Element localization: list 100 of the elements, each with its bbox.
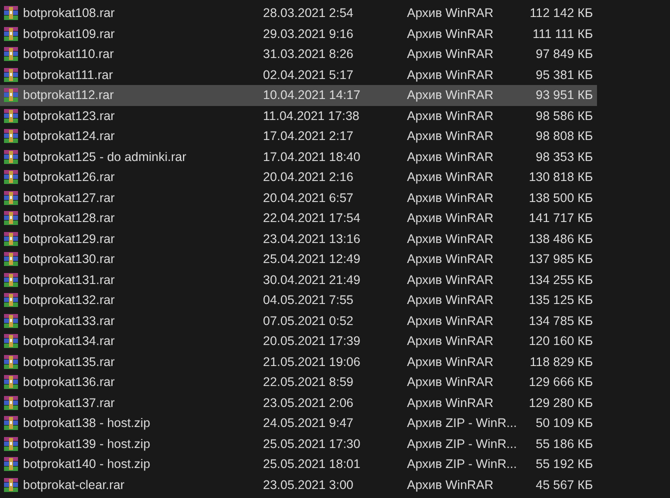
file-row[interactable]: botprokat133.rar 07.05.2021 0:52 Архив WinRAR 134 785 КБ [0, 310, 597, 331]
date-modified: 21.05.2021 19:06 [263, 354, 362, 369]
archive-icon [3, 46, 19, 62]
archive-icon [3, 5, 19, 22]
file-size: 112 142 КБ [528, 6, 593, 20]
file-type: Архив WinRAR [407, 252, 494, 266]
file-row[interactable]: botprokat112.rar 10.04.2021 14:17 Архив WinRAR 93 951 КБ [0, 85, 597, 106]
file-size: 98 353 КБ [534, 150, 593, 164]
file-name: botprokat131.rar [23, 272, 116, 287]
file-name: botprokat109.rar [23, 26, 116, 41]
file-row[interactable]: botprokat126.rar 20.04.2021 2:16 Архив WinRAR 130 818 КБ [0, 167, 597, 188]
archive-icon [3, 354, 19, 370]
archive-icon [3, 128, 19, 144]
file-type: Архив WinRAR [407, 272, 494, 287]
date-modified: 23.04.2021 13:16 [263, 232, 362, 246]
file-row[interactable]: botprokat-clear.rar 23.05.2021 3:00 Архив WinRAR 45 567 КБ [0, 474, 597, 495]
file-row[interactable]: botprokat110.rar 31.03.2021 8:26 Архив WinRAR 97 849 КБ [0, 44, 597, 64]
file-type: Архив WinRAR [407, 150, 494, 164]
file-size: 134 255 КБ [528, 272, 593, 287]
archive-icon [3, 251, 19, 268]
file-size: 55 186 КБ [534, 436, 593, 451]
file-size: 55 192 КБ [534, 457, 593, 472]
date-modified: 25.05.2021 17:30 [263, 436, 362, 451]
file-type: Архив WinRAR [407, 190, 494, 205]
file-row[interactable]: botprokat138 - host.zip 24.05.2021 9:47 Архив ZIP - WinR... 50 109 КБ [0, 413, 597, 434]
file-type: Архив WinRAR [407, 26, 494, 41]
file-size: 118 829 КБ [528, 354, 593, 369]
file-size: 97 849 КБ [534, 47, 593, 62]
file-type: Архив WinRAR [407, 108, 494, 123]
archive-icon [3, 476, 19, 493]
file-row[interactable]: botprokat139 - host.zip 25.05.2021 17:30 Архив ZIP - WinR... 55 186 КБ [0, 434, 597, 454]
file-size: 138 486 КБ [528, 232, 593, 246]
date-modified: 24.05.2021 9:47 [263, 416, 354, 430]
file-name: botprokat124.rar [23, 129, 116, 144]
file-row[interactable]: botprokat140 - host.zip 25.05.2021 18:01 Архив ZIP - WinR... 55 192 КБ [0, 454, 597, 474]
file-name: botprokat126.rar [23, 170, 116, 184]
file-name: botprokat112.rar [23, 88, 115, 102]
file-size: 95 381 КБ [534, 68, 593, 82]
file-name: botprokat136.rar [23, 375, 116, 390]
file-row[interactable]: botprokat129.rar 23.04.2021 13:16 Архив WinRAR 138 486 КБ [0, 228, 597, 249]
date-modified: 29.03.2021 9:16 [263, 26, 354, 41]
file-type: Архив WinRAR [407, 478, 494, 492]
file-type: Архив WinRAR [407, 47, 494, 62]
file-type: Архив WinRAR [407, 314, 494, 328]
file-row[interactable]: botprokat123.rar 11.04.2021 17:38 Архив WinRAR 98 586 КБ [0, 106, 597, 126]
file-row[interactable]: botprokat124.rar 17.04.2021 2:17 Архив WinRAR 98 808 КБ [0, 126, 597, 146]
date-modified: 31.03.2021 8:26 [263, 47, 354, 62]
archive-icon [3, 210, 19, 226]
file-type: Архив WinRAR [407, 170, 494, 184]
file-name: botprokat139 - host.zip [23, 436, 152, 451]
file-row[interactable]: botprokat136.rar 22.05.2021 8:59 Архив WinRAR 129 666 КБ [0, 372, 597, 392]
file-type: Архив WinRAR [407, 129, 494, 144]
archive-icon [3, 272, 19, 288]
file-row[interactable]: botprokat108.rar 28.03.2021 2:54 Архив WinRAR 112 142 КБ [0, 3, 597, 24]
file-row[interactable]: botprokat132.rar 04.05.2021 7:55 Архив WinRAR 135 125 КБ [0, 290, 597, 310]
file-type: Архив ZIP - WinR... [407, 416, 518, 430]
archive-icon [3, 66, 19, 83]
file-size: 135 125 КБ [528, 293, 593, 308]
file-name: botprokat140 - host.zip [23, 457, 152, 472]
file-name: botprokat137.rar [23, 396, 116, 410]
file-type: Архив WinRAR [407, 88, 494, 102]
date-modified: 28.03.2021 2:54 [263, 6, 354, 20]
file-size: 129 666 КБ [528, 375, 593, 390]
file-size: 120 160 КБ [528, 334, 593, 348]
file-size: 137 985 КБ [528, 252, 593, 266]
date-modified: 23.05.2021 3:00 [263, 478, 354, 492]
file-row[interactable]: botprokat127.rar 20.04.2021 6:57 Архив WinRAR 138 500 КБ [0, 188, 597, 208]
archive-icon [3, 26, 19, 42]
file-name: botprokat133.rar [23, 314, 116, 328]
archive-icon [3, 230, 19, 247]
file-row[interactable]: botprokat111.rar 02.04.2021 5:17 Архив WinRAR 95 381 КБ [0, 64, 597, 85]
file-size: 98 586 КБ [534, 108, 593, 123]
file-name: botprokat138 - host.zip [23, 416, 152, 430]
date-modified: 10.04.2021 14:17 [263, 88, 362, 102]
file-row[interactable]: botprokat109.rar 29.03.2021 9:16 Архив WinRAR 111 111 КБ [0, 24, 597, 44]
file-row[interactable]: botprokat125 - do adminki.rar 17.04.2021 18:40 Архив WinRAR 98 353 КБ [0, 146, 597, 167]
archive-icon [3, 292, 19, 308]
file-name: botprokat-clear.rar [23, 478, 126, 492]
file-size: 111 111 КБ [532, 26, 593, 41]
archive-icon [3, 169, 19, 186]
file-name: botprokat130.rar [23, 252, 116, 266]
archive-icon [3, 374, 19, 390]
file-row[interactable]: botprokat137.rar 23.05.2021 2:06 Архив WinRAR 129 280 КБ [0, 392, 597, 413]
archive-icon [3, 108, 19, 124]
date-modified: 23.05.2021 2:06 [263, 396, 354, 410]
date-modified: 20.04.2021 2:16 [263, 170, 354, 184]
date-modified: 17.04.2021 18:40 [263, 150, 362, 164]
archive-icon [3, 148, 19, 165]
file-name: botprokat128.rar [23, 211, 116, 226]
file-row[interactable]: botprokat135.rar 21.05.2021 19:06 Архив WinRAR 118 829 КБ [0, 352, 597, 372]
file-size: 50 109 КБ [534, 416, 593, 430]
file-type: Архив WinRAR [407, 375, 494, 390]
file-size: 93 951 КБ [534, 88, 593, 102]
file-row[interactable]: botprokat128.rar 22.04.2021 17:54 Архив WinRAR 141 717 КБ [0, 208, 597, 228]
archive-icon [3, 415, 19, 432]
file-row[interactable]: botprokat130.rar 25.04.2021 12:49 Архив WinRAR 137 985 КБ [0, 249, 597, 270]
file-row[interactable]: botprokat131.rar 30.04.2021 21:49 Архив WinRAR 134 255 КБ [0, 270, 597, 290]
date-modified: 20.04.2021 6:57 [263, 190, 354, 205]
file-size: 138 500 КБ [528, 190, 593, 205]
file-row[interactable]: botprokat134.rar 20.05.2021 17:39 Архив WinRAR 120 160 КБ [0, 331, 597, 352]
